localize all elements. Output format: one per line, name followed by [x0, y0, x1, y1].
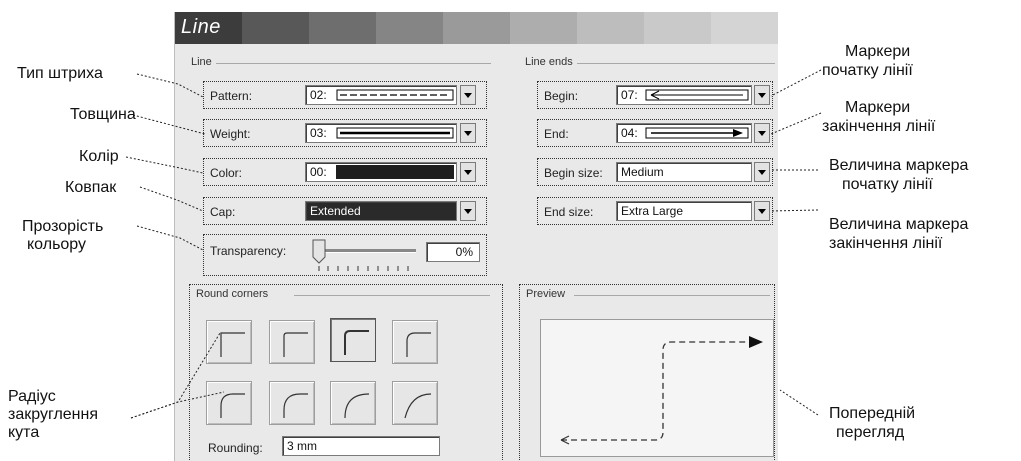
annotation-cap: Ковпак [65, 179, 117, 196]
annotation-begin-markers-line1: Маркери [845, 43, 911, 60]
annotation-begin-size-line1: Величина маркера [829, 157, 969, 174]
annotation-transparency-line1: Прозорість [22, 218, 104, 235]
annotation-radius-line1: Радіус [8, 388, 56, 405]
annotation-transparency-line2: кольору [27, 236, 87, 253]
annotation-begin-markers-line2: початку лінії [822, 62, 913, 79]
annotation-color: Колір [79, 148, 119, 165]
annotation-radius-line2: закруглення [8, 406, 99, 423]
annotation-stroke-type: Тип штриха [17, 65, 103, 82]
annotation-thickness: Товщина [70, 106, 136, 123]
annotation-end-size-line2: закінчення лінії [829, 235, 943, 252]
annotation-begin-size-line2: початку лінії [842, 176, 933, 193]
annotation-end-size-line1: Величина маркера [829, 216, 969, 233]
annotation-preview-line2: перегляд [836, 424, 905, 441]
annotation-end-markers-line1: Маркери [845, 99, 911, 116]
annotation-radius-line3: кута [8, 424, 40, 441]
annotation-end-markers-line2: закінчення лінії [822, 118, 936, 135]
annotation-preview-line1: Попередній [829, 405, 916, 422]
